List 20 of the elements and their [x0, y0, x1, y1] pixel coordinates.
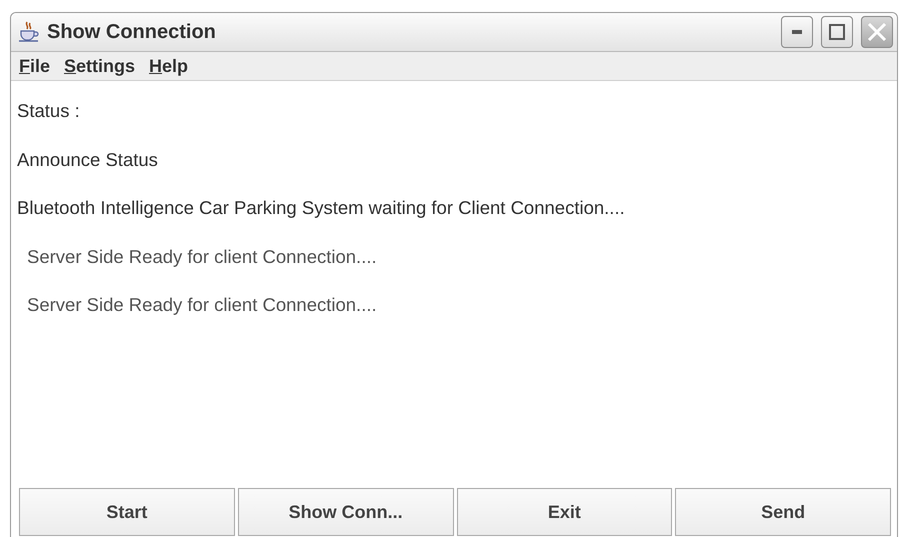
- menu-item[interactable]: Help: [149, 56, 188, 76]
- action-button[interactable]: Send: [675, 488, 891, 536]
- close-icon: [867, 22, 887, 42]
- minimize-button[interactable]: [781, 16, 813, 48]
- status-text: Bluetooth Intelligence Car Parking System waiting for Client Connection....: [16, 196, 626, 220]
- maximize-icon: [829, 24, 845, 40]
- action-button[interactable]: Start: [19, 488, 235, 536]
- close-button[interactable]: [861, 16, 893, 48]
- maximize-button[interactable]: [821, 16, 853, 48]
- coffee-cup-icon: [17, 20, 41, 44]
- minimize-icon: [792, 30, 802, 34]
- status-text: Status :: [16, 99, 81, 123]
- menu-item[interactable]: Settings: [64, 56, 136, 76]
- window-title: Show Connection: [47, 20, 217, 44]
- status-text: Server Side Ready for client Connection....: [26, 293, 378, 317]
- status-text: Server Side Ready for client Connection....: [26, 244, 378, 269]
- status-text: Announce Status: [16, 148, 159, 172]
- action-button[interactable]: Show Conn...: [238, 488, 454, 536]
- menu-item[interactable]: File: [19, 56, 50, 76]
- action-button[interactable]: Exit: [456, 488, 672, 536]
